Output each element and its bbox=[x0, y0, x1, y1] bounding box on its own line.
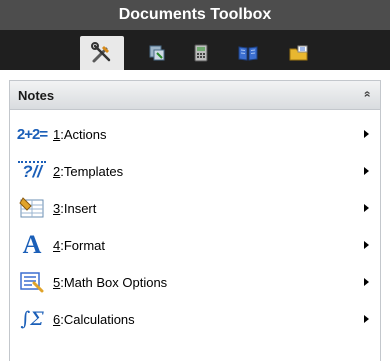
notes-header[interactable]: Notes » bbox=[10, 81, 380, 110]
menu-item-label: 2:Templates bbox=[53, 164, 124, 179]
notes-title: Notes bbox=[18, 88, 55, 103]
tab-page-sorter[interactable] bbox=[135, 36, 179, 70]
submenu-arrow-icon bbox=[364, 278, 369, 286]
menu-item-calculations[interactable]: ∫Σ 6:Calculations bbox=[10, 301, 380, 337]
tab-content-library[interactable] bbox=[226, 36, 270, 70]
submenu-arrow-icon bbox=[364, 204, 369, 212]
tab-utilities[interactable] bbox=[277, 36, 321, 70]
templates-icon: ?// bbox=[18, 161, 46, 181]
calculator-icon bbox=[194, 44, 208, 62]
tab-calculator[interactable] bbox=[179, 36, 223, 70]
toolbox-title: Documents Toolbox bbox=[0, 0, 390, 30]
menu-item-label: 3:Insert bbox=[53, 201, 97, 216]
menu-item-label: 4:Format bbox=[53, 238, 106, 253]
book-icon bbox=[238, 46, 258, 61]
toolbox-tabs bbox=[0, 30, 390, 70]
submenu-arrow-icon bbox=[364, 315, 369, 323]
folder-icon bbox=[289, 45, 308, 61]
submenu-arrow-icon bbox=[364, 241, 369, 249]
menu-item-label: 5:Math Box Options bbox=[53, 275, 168, 290]
menu-item-actions[interactable]: 2+2= 1:Actions bbox=[10, 116, 380, 152]
collapse-icon[interactable]: » bbox=[360, 91, 374, 98]
menu-item-format[interactable]: A 4:Format bbox=[10, 227, 380, 263]
actions-icon: 2+2= bbox=[16, 125, 48, 143]
submenu-arrow-icon bbox=[364, 167, 369, 175]
tools-icon bbox=[91, 42, 111, 63]
calculations-icon: ∫Σ bbox=[20, 308, 44, 330]
menu-item-insert[interactable]: 3:Insert bbox=[10, 190, 380, 226]
tab-tools[interactable] bbox=[80, 36, 124, 70]
menu-item-label: 1:Actions bbox=[53, 127, 107, 142]
format-icon: A bbox=[22, 230, 42, 259]
menu-item-templates[interactable]: ?// 2:Templates bbox=[10, 153, 380, 189]
notes-panel: Notes » 2+2= 1:Actions ?// 2:Templates 3… bbox=[9, 80, 381, 361]
submenu-arrow-icon bbox=[364, 130, 369, 138]
menu-item-math-box-options[interactable]: 5:Math Box Options bbox=[10, 264, 380, 300]
math-box-options-icon bbox=[18, 270, 46, 294]
insert-icon bbox=[18, 196, 46, 220]
page-sorter-icon bbox=[149, 45, 165, 61]
menu-item-label: 6:Calculations bbox=[53, 312, 135, 327]
